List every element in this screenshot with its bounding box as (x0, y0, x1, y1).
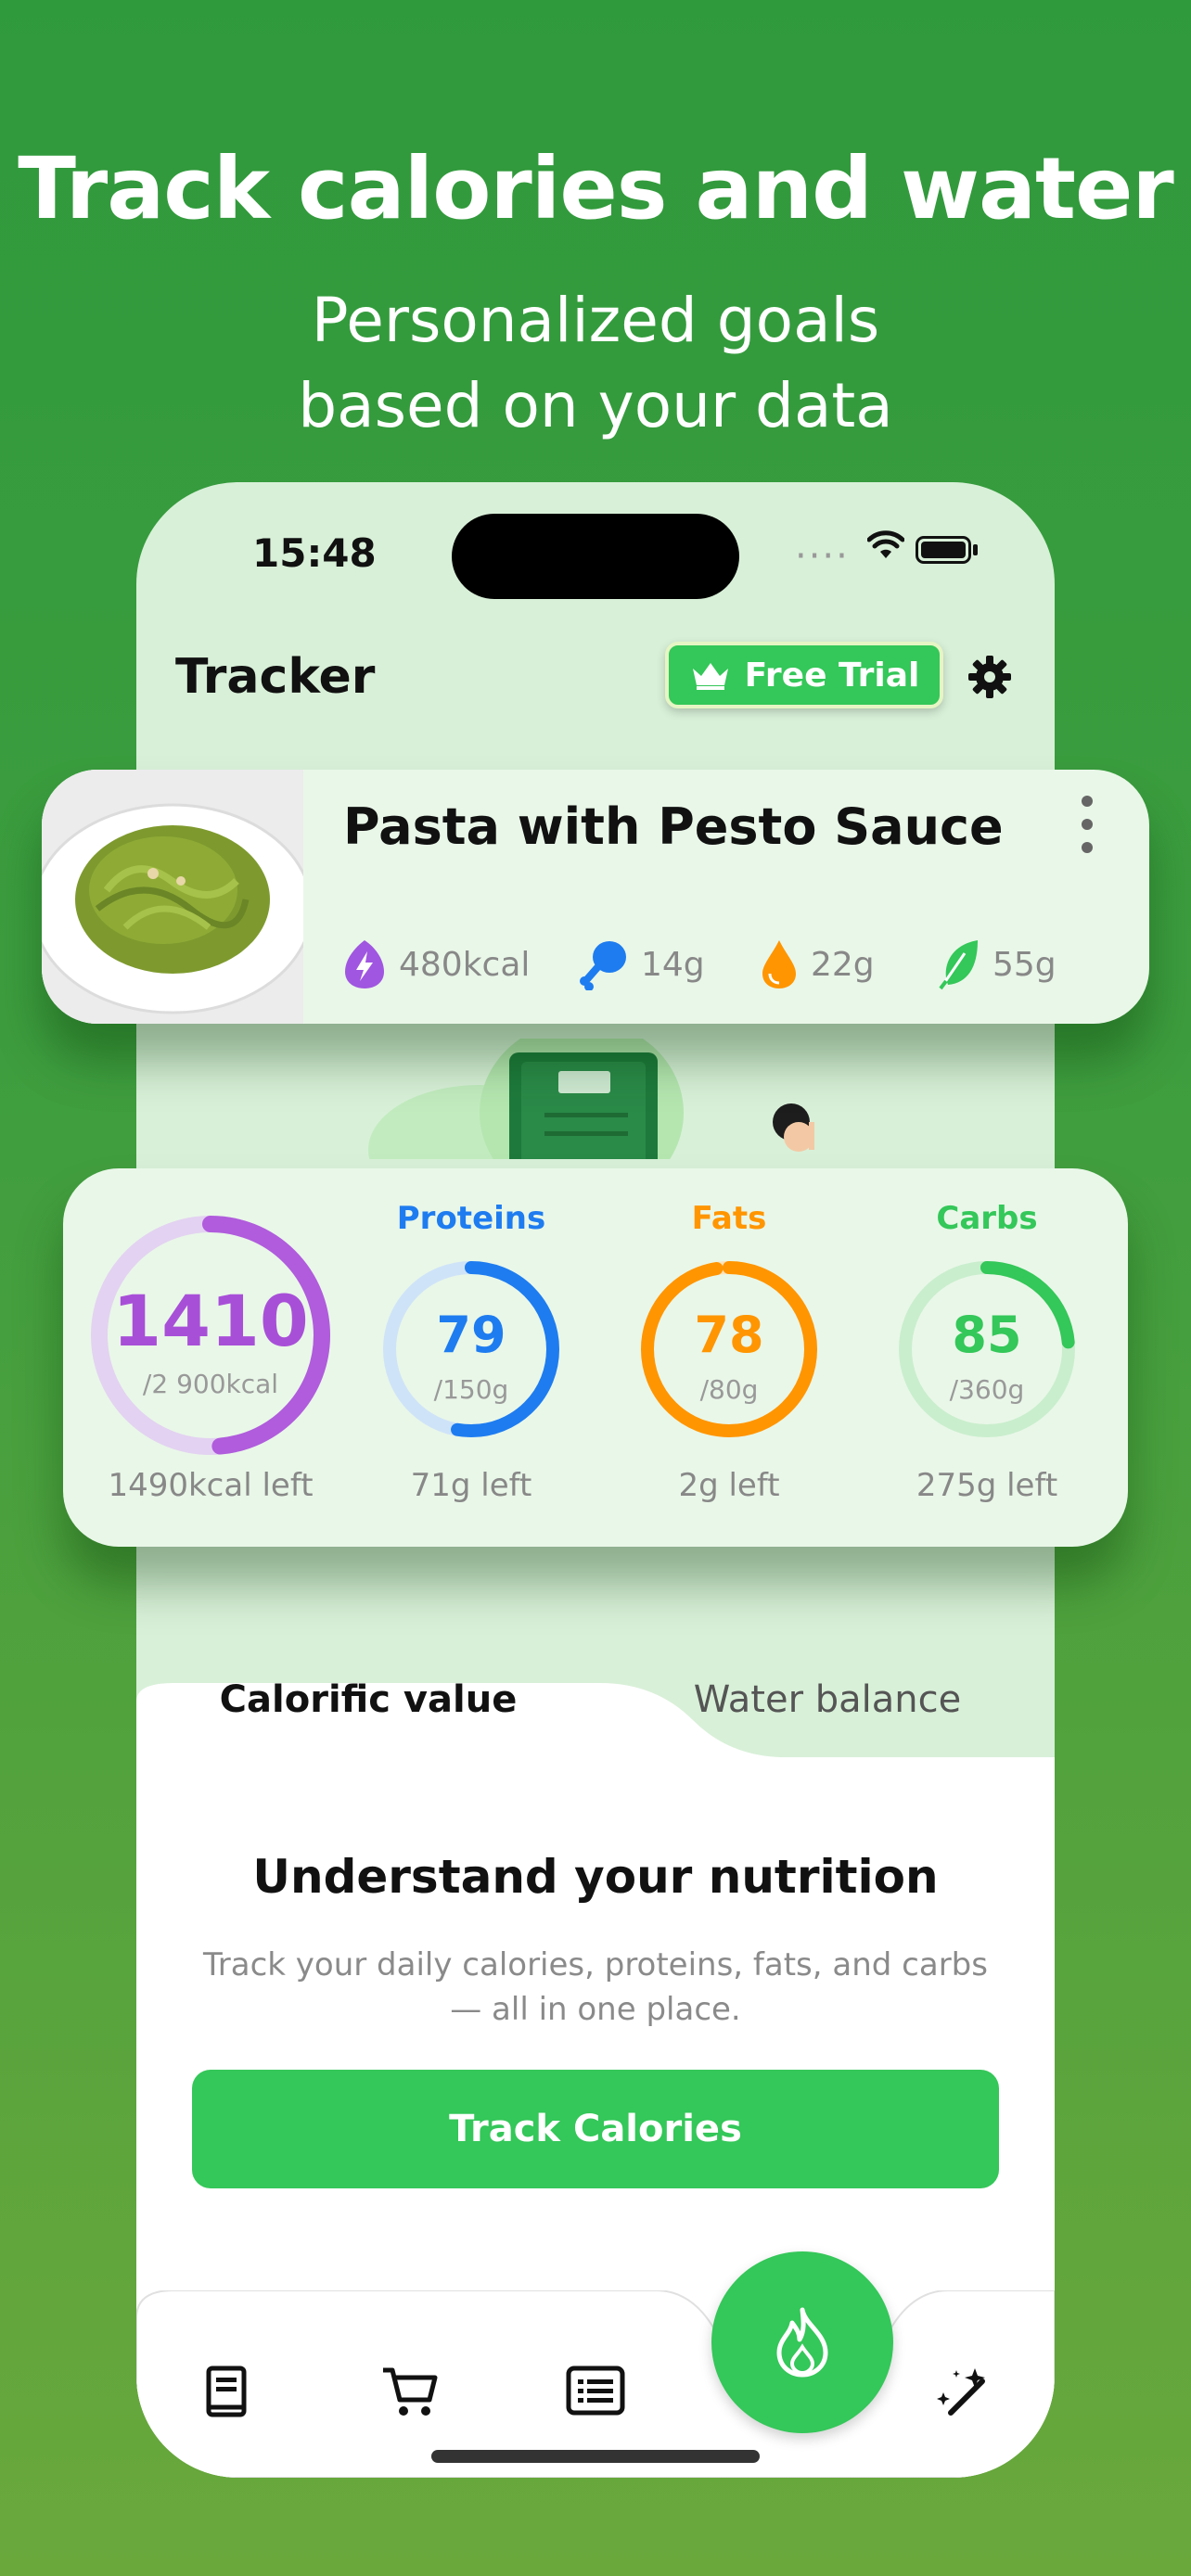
proteins-goal: /150g (433, 1374, 509, 1405)
scale-illustration (368, 1039, 814, 1159)
meal-carbs-value: 55g (992, 945, 1057, 984)
subline-line-1: Personalized goals (311, 285, 880, 356)
drop-icon (762, 940, 796, 988)
signal-icon: ···· (795, 535, 850, 578)
calories-value: 1410 (112, 1280, 309, 1362)
subline-line-2: based on your data (298, 370, 893, 441)
meal-kcal-value: 480kcal (399, 945, 531, 984)
meal-fat: 22g (761, 938, 875, 990)
pasta-image (42, 770, 303, 1024)
content-description-line-2: — all in one place. (450, 1991, 741, 2028)
lightning-icon (345, 940, 384, 988)
battery-icon (916, 536, 971, 564)
content-description: Track your daily calories, proteins, fat… (192, 1943, 999, 2032)
meal-name: Pasta with Pesto Sauce (343, 797, 1004, 856)
meal-fat-value: 22g (811, 945, 875, 984)
free-trial-button[interactable]: Free Trial (665, 642, 943, 708)
status-time: 15:48 (252, 530, 377, 576)
flame-button[interactable] (711, 2251, 893, 2433)
carbs-label: Carbs (936, 1200, 1038, 1237)
dynamic-island (452, 514, 739, 599)
home-indicator (431, 2450, 760, 2463)
crown-icon (692, 663, 728, 690)
meal-protein-value: 14g (641, 945, 705, 984)
meal-kcal: 480kcal (343, 938, 530, 990)
status-icons: ···· (795, 530, 990, 577)
gear-icon[interactable] (967, 654, 1013, 700)
headline: Track calories and water (18, 139, 1174, 238)
daily-summary-card: 1410 /2 900kcal 1490kcal left Proteins 7… (63, 1168, 1128, 1547)
more-options-icon[interactable] (1081, 794, 1094, 855)
battery-tip (973, 544, 978, 555)
page-title: Tracker (175, 649, 376, 705)
calories-goal: /2 900kcal (142, 1369, 279, 1399)
track-calories-button[interactable]: Track Calories (192, 2070, 999, 2188)
calories-left: 1490kcal left (108, 1467, 314, 1504)
proteins-value: 79 (436, 1306, 506, 1364)
fats-value: 78 (694, 1306, 764, 1364)
proteins-label: Proteins (396, 1200, 546, 1237)
fats-goal: /80g (699, 1374, 759, 1405)
subline: Personalized goals based on your data (0, 278, 1191, 449)
content-title: Understand your nutrition (252, 1850, 939, 1904)
cart-icon[interactable] (379, 2365, 441, 2420)
meal-card[interactable]: Pasta with Pesto Sauce 480kcal 14g 22g 5… (42, 770, 1149, 1024)
drumstick-icon (580, 941, 626, 990)
content-description-line-1: Track your daily calories, proteins, fat… (203, 1946, 988, 1983)
carbs-goal: /360g (949, 1374, 1025, 1405)
fats-label: Fats (691, 1200, 767, 1237)
fats-left: 2g left (678, 1467, 780, 1504)
carbs-left: 275g left (916, 1467, 1058, 1504)
book-icon[interactable] (201, 2365, 251, 2420)
magic-wand-icon[interactable] (934, 2365, 990, 2420)
free-trial-label: Free Trial (744, 656, 920, 695)
meal-carbs: 55g (937, 938, 1057, 990)
list-icon[interactable] (565, 2365, 626, 2417)
tab-water-balance[interactable]: Water balance (619, 1678, 1036, 1721)
proteins-left: 71g left (410, 1467, 532, 1504)
flame-icon (776, 2307, 828, 2378)
carbs-value: 85 (952, 1306, 1022, 1364)
leaf-icon (939, 940, 978, 990)
wifi-icon (867, 530, 904, 558)
meal-protein: 14g (580, 938, 705, 990)
tab-calorific-value[interactable]: Calorific value (136, 1678, 600, 1721)
